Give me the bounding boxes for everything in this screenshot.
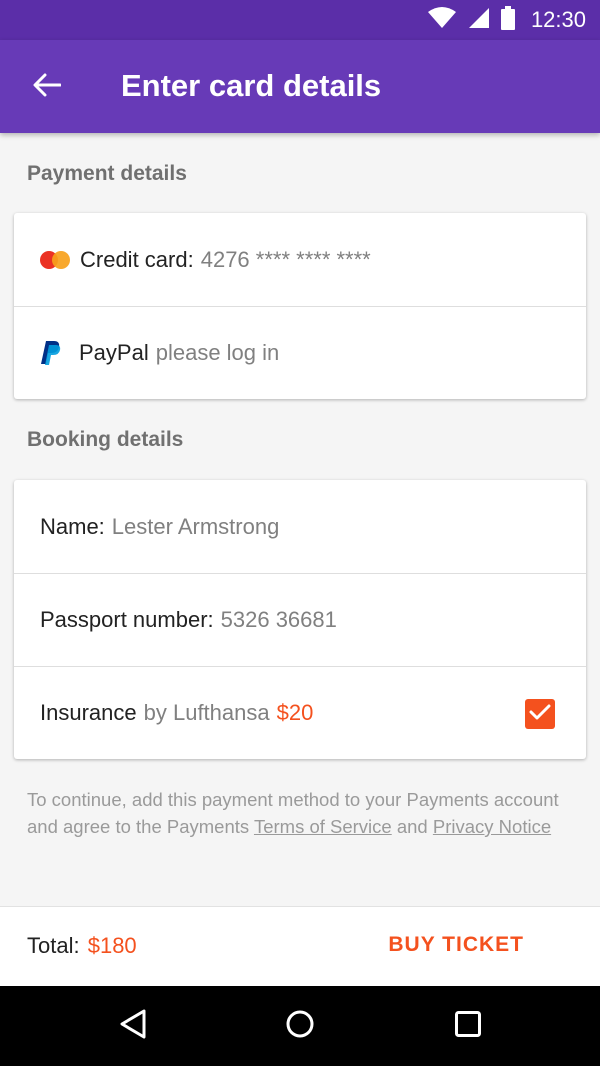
insurance-provider: by Lufthansa <box>143 700 270 725</box>
nav-back-icon <box>118 1008 148 1045</box>
name-value: Lester Armstrong <box>111 513 280 539</box>
back-button[interactable] <box>20 62 74 112</box>
status-bar: 12:30 <box>0 0 600 40</box>
total: Total: $180 <box>27 933 137 959</box>
battery-icon <box>500 5 515 35</box>
total-value: $180 <box>87 933 137 958</box>
total-label: Total: <box>27 933 80 958</box>
system-nav-bar <box>0 986 600 1066</box>
terms-and: and <box>391 816 433 837</box>
nav-recents-button[interactable] <box>448 1006 488 1046</box>
booking-card: Name: Lester Armstrong Passport number: … <box>14 480 586 759</box>
nav-recents-icon <box>454 1010 482 1043</box>
credit-card-row[interactable]: Credit card: 4276 **** **** **** <box>14 213 586 306</box>
credit-card-label: Credit card: <box>80 246 194 272</box>
buy-ticket-button[interactable]: BUY TICKET <box>388 933 524 957</box>
checkmark-icon <box>529 701 551 727</box>
paypal-label: PayPal <box>79 340 149 365</box>
nav-back-button[interactable] <box>113 1006 153 1046</box>
passport-value: 5326 36681 <box>220 607 337 632</box>
status-icons: 12:30 <box>427 0 586 40</box>
mastercard-icon <box>40 250 72 270</box>
payment-details-header: Payment details <box>27 162 187 185</box>
paypal-row[interactable]: PayPal please log in <box>14 306 586 399</box>
wifi-icon <box>427 6 457 35</box>
payment-card: Credit card: 4276 **** **** **** PayPal … <box>14 213 586 399</box>
passport-row[interactable]: Passport number: 5326 36681 <box>14 573 586 666</box>
privacy-notice-link[interactable]: Privacy Notice <box>433 816 551 837</box>
insurance-label: Insurance <box>40 700 137 725</box>
booking-details-header: Booking details <box>27 428 184 451</box>
credit-card-number: 4276 **** **** **** <box>200 246 371 272</box>
insurance-row[interactable]: Insurance by Lufthansa $20 <box>14 666 586 759</box>
checkout-bar: Total: $180 BUY TICKET <box>0 906 600 986</box>
insurance-price: $20 <box>276 700 314 725</box>
signal-icon <box>467 6 491 35</box>
nav-home-button[interactable] <box>280 1006 320 1046</box>
name-label: Name: <box>40 513 105 539</box>
status-time: 12:30 <box>530 7 586 32</box>
nav-home-icon <box>285 1009 315 1044</box>
back-arrow-icon <box>33 73 62 102</box>
paypal-status: please log in <box>155 340 280 365</box>
name-row[interactable]: Name: Lester Armstrong <box>14 480 586 573</box>
app-bar: Enter card details <box>0 40 600 133</box>
paypal-icon <box>40 340 68 366</box>
page-title: Enter card details <box>121 68 382 103</box>
insurance-checkbox[interactable] <box>525 699 555 729</box>
passport-label: Passport number: <box>40 607 214 632</box>
terms-of-service-link[interactable]: Terms of Service <box>254 816 392 837</box>
terms-text: To continue, add this payment method to … <box>27 786 575 840</box>
